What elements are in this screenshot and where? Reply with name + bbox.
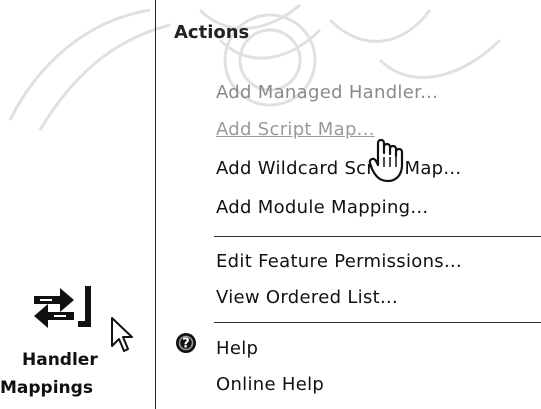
- add-module-mapping-link[interactable]: Add Module Mapping...: [216, 197, 428, 218]
- add-script-map-link[interactable]: Add Script Map...: [216, 119, 375, 140]
- separator: [214, 322, 541, 323]
- handler-mappings-icon: [34, 286, 91, 328]
- online-help-link[interactable]: Online Help: [216, 374, 324, 395]
- feature-label-line2: Mappings: [0, 378, 93, 398]
- feature-label: Handler Mappings: [0, 346, 156, 402]
- hand-cursor-icon: [368, 138, 404, 183]
- feature-tile[interactable]: Handler Mappings: [0, 0, 156, 409]
- actions-title: Actions: [174, 22, 250, 43]
- separator: [214, 236, 541, 237]
- view-ordered-list-link[interactable]: View Ordered List...: [216, 287, 398, 308]
- actions-pane: Actions Add Managed Handler... Add Scrip…: [156, 0, 541, 409]
- svg-text:?: ?: [182, 337, 190, 352]
- help-link[interactable]: Help: [216, 338, 258, 359]
- add-managed-handler-link[interactable]: Add Managed Handler...: [216, 82, 438, 103]
- help-icon: ?: [176, 333, 196, 353]
- feature-label-line1: Handler: [22, 350, 98, 370]
- add-wildcard-script-map-link[interactable]: Add Wildcard Script Map...: [216, 158, 461, 179]
- edit-feature-permissions-link[interactable]: Edit Feature Permissions...: [216, 251, 462, 272]
